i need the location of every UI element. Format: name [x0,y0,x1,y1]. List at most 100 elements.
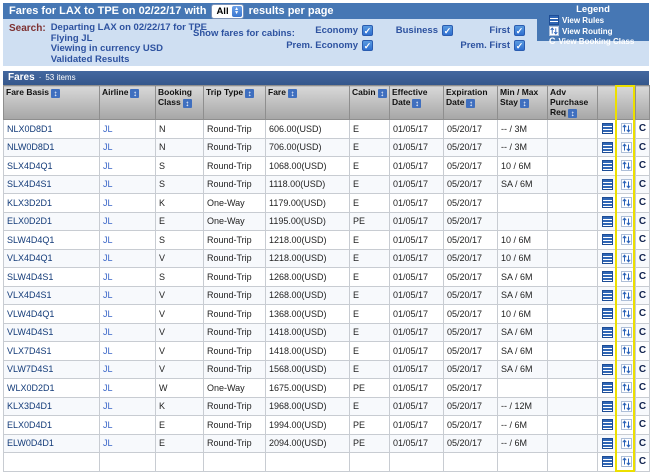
view-routing-icon[interactable] [620,178,632,190]
view-booking-class-icon[interactable]: C [639,438,646,449]
view-routing-icon[interactable] [620,456,632,468]
view-rules-icon[interactable] [601,197,613,209]
view-routing-icon[interactable] [620,382,632,394]
view-routing-icon[interactable] [620,197,632,209]
view-routing-icon[interactable] [620,363,632,375]
view-rules-icon[interactable] [601,419,613,431]
view-rules-icon[interactable] [601,252,613,264]
view-rules-icon[interactable] [601,215,613,227]
sort-icon[interactable] [466,99,476,108]
view-booking-class-icon[interactable]: C [639,327,646,338]
view-routing-icon[interactable] [620,437,632,449]
col-header-trip-type[interactable]: Trip Type [203,85,266,120]
view-booking-class-icon[interactable]: C [639,197,646,208]
cell-cabin: E [349,267,390,287]
cell-airline: JL [99,304,156,324]
col-header-cabin[interactable]: Cabin [349,85,390,120]
view-routing-icon[interactable] [620,400,632,412]
view-routing-icon[interactable] [620,123,632,135]
view-rules-icon[interactable] [601,141,613,153]
view-rules-icon[interactable] [601,271,613,283]
cell-trip-type: Round-Trip [203,137,266,157]
business-checkbox[interactable] [442,25,453,36]
view-routing-icon[interactable] [620,345,632,357]
view-routing-icon[interactable] [620,308,632,320]
col-header-adv-purchase-req[interactable]: Adv Purchase Req [547,85,598,120]
view-booking-class-icon[interactable]: C [639,364,646,375]
view-routing-icon[interactable] [620,141,632,153]
cell-cabin: E [349,230,390,250]
col-header-min-max-stay[interactable]: Min / Max Stay [497,85,548,120]
view-rules-icon[interactable] [601,178,613,190]
col-header-effective-date[interactable]: Effective Date [389,85,444,120]
col-header-booking-class-icon [635,85,650,120]
sort-icon[interactable] [287,89,297,98]
view-booking-class-icon[interactable]: C [639,216,646,227]
view-routing-icon[interactable] [620,215,632,227]
view-booking-class-icon[interactable]: C [639,382,646,393]
view-routing-icon[interactable] [620,326,632,338]
view-booking-class-icon[interactable]: C [639,142,646,153]
cell-effective: 01/05/17 [389,156,444,176]
view-routing-icon[interactable] [620,271,632,283]
view-rules-icon[interactable] [601,308,613,320]
sort-icon[interactable] [182,99,192,108]
view-rules-icon[interactable] [601,326,613,338]
prem-economy-checkbox[interactable] [362,40,373,51]
col-header-airline[interactable]: Airline [99,85,156,120]
economy-checkbox[interactable] [362,25,373,36]
view-rules-icon[interactable] [601,234,613,246]
col-header-fare[interactable]: Fare [265,85,350,120]
cell-cabin: E [349,193,390,213]
sort-icon[interactable] [519,99,529,108]
view-rules-icon[interactable] [601,160,613,172]
cabin-filter-prem-economy: Prem. Economy [286,40,373,51]
results-per-page-select[interactable]: All ▲ ▼ [211,3,244,19]
cell-effective: 01/05/17 [389,174,444,194]
first-checkbox[interactable] [514,25,525,36]
view-booking-class-icon[interactable]: C [639,179,646,190]
cell-view-routing [616,174,636,194]
view-booking-class-icon[interactable]: C [639,345,646,356]
sort-icon[interactable] [412,99,422,108]
view-routing-icon[interactable] [620,160,632,172]
view-rules-icon[interactable] [601,400,613,412]
view-booking-class-icon[interactable]: C [639,401,646,412]
sort-icon[interactable] [130,89,140,98]
view-routing-icon[interactable] [620,252,632,264]
view-rules-icon[interactable] [601,456,613,468]
sort-icon[interactable] [245,89,255,98]
view-booking-class-icon[interactable]: C [639,234,646,245]
col-header-booking-class[interactable]: Booking Class [155,85,204,120]
view-rules-icon[interactable] [601,437,613,449]
view-rules-icon[interactable] [601,123,613,135]
cell-booking-class: K [155,193,204,213]
view-booking-class-icon[interactable]: C [639,123,646,134]
view-rules-icon[interactable] [601,345,613,357]
prem-first-checkbox[interactable] [514,40,525,51]
sort-icon[interactable] [568,109,578,118]
view-rules-icon[interactable] [601,363,613,375]
view-rules-icon[interactable] [601,289,613,301]
cell-adv [547,285,598,305]
col-header-expiration-date[interactable]: Expiration Date [443,85,498,120]
cell-booking-class [155,452,204,472]
view-booking-class-icon[interactable]: C [639,308,646,319]
view-routing-icon[interactable] [620,289,632,301]
view-routing-icon[interactable] [620,419,632,431]
view-booking-class-icon[interactable]: C [639,419,646,430]
view-booking-class-icon[interactable]: C [639,160,646,171]
view-booking-class-icon[interactable]: C [639,253,646,264]
view-routing-icon [549,26,559,36]
sort-icon[interactable] [377,89,387,98]
view-booking-class-icon[interactable]: C [639,290,646,301]
cell-expiration: 05/20/17 [443,267,498,287]
cell-view-routing [616,211,636,231]
view-booking-class-icon[interactable]: C [639,271,646,282]
sort-icon[interactable] [51,89,60,98]
col-header-fare-basis[interactable]: Fare Basis [3,85,100,120]
cell-view-routing [616,433,636,453]
view-booking-class-icon[interactable]: C [639,456,646,467]
view-routing-icon[interactable] [620,234,632,246]
view-rules-icon[interactable] [601,382,613,394]
